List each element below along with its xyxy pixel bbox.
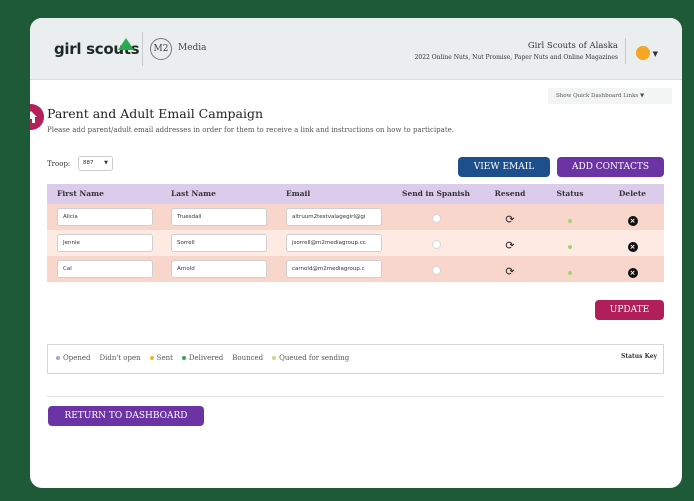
first-name-input[interactable]: Jennie <box>57 234 153 252</box>
status-key-sent: Sent <box>149 354 173 362</box>
close-circle-icon[interactable]: × <box>627 241 638 252</box>
column-header-delete: Delete <box>618 189 647 198</box>
send-in-spanish-checkbox[interactable] <box>431 239 441 249</box>
update-button[interactable]: UPDATE <box>595 300 664 320</box>
queued-dot <box>272 356 277 360</box>
column-header-first-name: First Name <box>57 189 104 198</box>
last-name-input[interactable]: Truesdail <box>171 208 267 226</box>
email-input[interactable]: jsorrell@m2mediagroup.cc <box>286 234 382 252</box>
close-circle-icon[interactable]: × <box>627 215 638 226</box>
chevron-down-icon: ▼ <box>104 160 108 166</box>
status-key-bounced: Bounced <box>232 354 264 362</box>
send-in-spanish-checkbox[interactable] <box>431 213 441 223</box>
column-header-last-name: Last Name <box>171 189 216 198</box>
page-subtitle: Please add parent/adult email addresses … <box>47 126 455 134</box>
email-input[interactable]: altruum2testvalagegirl@gi <box>286 208 382 226</box>
column-header-email: Email <box>286 189 311 198</box>
return-to-dashboard-button[interactable]: RETURN TO DASHBOARD <box>48 406 204 426</box>
troop-select[interactable]: 887 ▼ <box>78 156 113 171</box>
refresh-icon[interactable]: ⟳ <box>505 266 514 277</box>
main-card: girl scouts M2 Media Girl Scouts of Alas… <box>30 18 682 488</box>
user-avatar-icon[interactable] <box>636 46 650 60</box>
status-dot <box>568 244 572 249</box>
status-key-opened: Opened <box>56 354 91 362</box>
header-divider-right <box>625 38 626 64</box>
media-label: Media <box>178 43 207 53</box>
status-key-items: Opened Didn't open Sent Delivered Bounce… <box>56 354 349 362</box>
last-name-input[interactable]: Arnold <box>171 260 267 278</box>
opened-dot <box>56 356 60 360</box>
last-name-input[interactable]: Sorrell <box>171 234 267 252</box>
refresh-icon[interactable]: ⟳ <box>505 214 514 225</box>
first-name-input[interactable]: Cal <box>57 260 153 278</box>
delivered-dot <box>181 356 186 360</box>
status-key-delivered: Delivered <box>181 354 223 362</box>
first-name-input[interactable]: Alicia <box>57 208 153 226</box>
header-divider <box>142 32 143 66</box>
home-button[interactable] <box>30 104 44 130</box>
m2-logo: M2 <box>150 38 172 60</box>
header: girl scouts M2 Media Girl Scouts of Alas… <box>30 18 682 80</box>
divider <box>47 396 664 397</box>
email-input[interactable]: carnold@m2mediagroup.c <box>286 260 382 278</box>
sent-dot <box>149 356 154 360</box>
troop-label: Troop: <box>47 160 71 168</box>
view-email-button[interactable]: VIEW EMAIL <box>458 157 550 177</box>
table-row: Alicia Truesdail altruum2testvalagegirl@… <box>47 204 664 230</box>
page-title: Parent and Adult Email Campaign <box>47 106 264 121</box>
status-key: Opened Didn't open Sent Delivered Bounce… <box>47 344 664 374</box>
council-name: Girl Scouts of Alaska <box>527 41 618 51</box>
status-key-queued: Queued for sending <box>272 354 349 362</box>
column-header-send-in-spanish: Send in Spanish <box>402 189 470 198</box>
table-row: Cal Arnold carnold@m2mediagroup.c ⟳ × <box>47 256 664 282</box>
status-dot <box>568 270 572 275</box>
send-in-spanish-checkbox[interactable] <box>431 265 441 275</box>
column-header-status: Status <box>556 189 584 198</box>
table-header: First Name Last Name Email Send in Spani… <box>47 184 664 204</box>
quick-links-dropdown[interactable]: Show Quick Dashboard Links ▼ <box>548 88 672 104</box>
status-key-title: Status Key <box>621 353 657 360</box>
troop-value: 887 <box>83 160 94 166</box>
home-icon <box>30 111 37 123</box>
trefoil-icon <box>118 38 134 50</box>
add-contacts-button[interactable]: ADD CONTACTS <box>557 157 664 177</box>
campaign-name: 2022 Online Nuts, Nut Promise, Paper Nut… <box>414 54 618 61</box>
contacts-table: First Name Last Name Email Send in Spani… <box>47 184 664 282</box>
close-circle-icon[interactable]: × <box>627 267 638 278</box>
table-row: Jennie Sorrell jsorrell@m2mediagroup.cc … <box>47 230 664 256</box>
column-header-resend: Resend <box>494 189 526 198</box>
refresh-icon[interactable]: ⟳ <box>505 240 514 251</box>
status-dot <box>568 218 572 223</box>
chevron-down-icon[interactable]: ▼ <box>653 50 658 58</box>
status-key-didnt-open: Didn't open <box>99 354 141 362</box>
